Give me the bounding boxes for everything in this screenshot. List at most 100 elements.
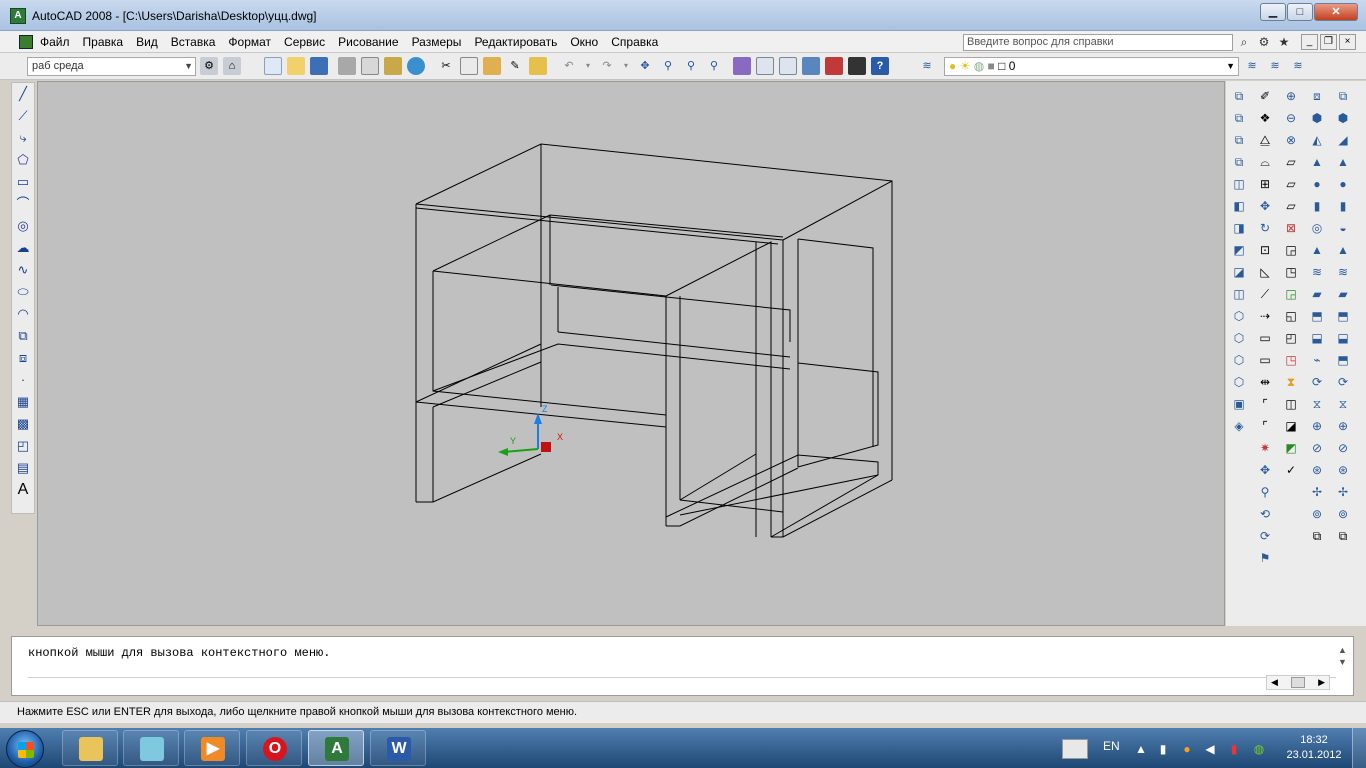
design-center-icon[interactable] (756, 57, 774, 75)
menu-help[interactable]: Справка (611, 35, 658, 49)
loft-icon[interactable]: ⧖ (1306, 393, 1328, 415)
environment-icon[interactable]: ▮ (1332, 195, 1354, 217)
menu-edit[interactable]: Правка (83, 35, 124, 49)
rotate-faces-icon[interactable]: ◲ (1280, 239, 1302, 261)
point-icon[interactable]: · (12, 369, 34, 391)
top-view-icon[interactable]: ◧ (1228, 195, 1250, 217)
layer-manager-icon[interactable]: ≋ (918, 57, 936, 75)
taskbar-pictures[interactable] (123, 730, 179, 766)
camera-icon[interactable]: ▣ (1228, 393, 1250, 415)
layer-lock-icon[interactable]: ◍ (974, 59, 984, 73)
workspace-select[interactable]: раб среда ▼ (27, 57, 196, 76)
calculator-icon[interactable] (848, 57, 866, 75)
help-icon[interactable]: ? (871, 57, 889, 75)
revision-cloud-icon[interactable]: ☁ (12, 237, 34, 259)
menu-file[interactable]: Файл (40, 35, 70, 49)
scroll-right-icon[interactable]: ▶ (1318, 677, 1325, 688)
menu-dimension[interactable]: Размеры (412, 35, 462, 49)
taskbar-media-player[interactable]: ▶ (184, 730, 240, 766)
3d-rotate-icon[interactable]: ⊚ (1306, 503, 1328, 525)
antivirus-icon[interactable]: ◍ (1251, 741, 1267, 757)
paste-icon[interactable] (483, 57, 501, 75)
rotate-icon[interactable]: ↻ (1254, 217, 1276, 239)
layer-previous-icon[interactable]: ≋ (1266, 57, 1284, 75)
doc-restore-button[interactable]: ❐ (1320, 34, 1337, 50)
scroll-down-icon[interactable]: ▼ (1338, 657, 1351, 667)
union-solid-icon[interactable]: ⊕ (1306, 415, 1328, 437)
ellipse-icon[interactable]: ⬭ (12, 281, 34, 303)
taskbar-explorer[interactable] (62, 730, 118, 766)
menu-modify[interactable]: Редактировать (474, 35, 557, 49)
search-icon[interactable]: ⌕ (1236, 34, 1252, 50)
tool-palettes-icon[interactable] (779, 57, 797, 75)
clock[interactable]: 18:32 23.01.2012 (1284, 733, 1344, 763)
offset-icon[interactable]: ⌓ (1254, 151, 1276, 173)
workspace-home-icon[interactable]: ⌂ (223, 57, 241, 75)
move-icon[interactable]: ✥ (1254, 195, 1276, 217)
explode-icon[interactable]: ✷ (1254, 437, 1276, 459)
match-properties-icon[interactable]: ✎ (506, 57, 524, 75)
left-view-icon[interactable]: ◩ (1228, 239, 1250, 261)
power-icon[interactable]: ● (1179, 741, 1195, 757)
taskbar-autocad[interactable]: A (308, 730, 364, 766)
extrude-faces-icon[interactable]: ▱ (1280, 151, 1302, 173)
plot-preview-icon[interactable] (361, 57, 379, 75)
communication-center-icon[interactable]: ⚙ (1256, 34, 1272, 50)
wireframe-icon[interactable]: ⟳ (1332, 371, 1354, 393)
workspace-settings-icon[interactable]: ⚙ (200, 57, 218, 75)
layer-select[interactable]: ● ☀ ◍ ■ □ 0 ▼ (944, 57, 1239, 76)
layer-on-icon[interactable]: ● (949, 59, 956, 73)
pen-input-icon[interactable] (1062, 739, 1088, 759)
wedge-icon[interactable]: ◭ (1306, 129, 1328, 151)
zoom-previous-icon[interactable]: ⚲ (705, 57, 723, 75)
bottom-view-icon[interactable]: ◨ (1228, 217, 1250, 239)
make-block-icon[interactable]: ⧈ (12, 347, 34, 369)
taper-faces-icon[interactable]: ◳ (1280, 261, 1302, 283)
swivel-icon[interactable]: ⟳ (1254, 525, 1276, 547)
ne-iso-icon[interactable]: ⬡ (1228, 349, 1250, 371)
break-icon[interactable]: ▭ (1254, 327, 1276, 349)
layer-walk-icon[interactable]: ⧉ (1228, 129, 1250, 151)
copy-faces-icon[interactable]: ◱ (1280, 305, 1302, 327)
publish-icon[interactable] (384, 57, 402, 75)
start-button[interactable] (6, 730, 44, 768)
sphere-icon[interactable]: ● (1306, 173, 1328, 195)
region-icon[interactable]: ◰ (12, 435, 34, 457)
zoom-window-icon[interactable]: ⚲ (682, 57, 700, 75)
menu-draw[interactable]: Рисование (338, 35, 398, 49)
network-icon[interactable]: ▮ (1226, 741, 1242, 757)
realistic-icon[interactable]: ⧖ (1332, 393, 1354, 415)
make-current-layer-icon[interactable]: ≋ (1243, 57, 1261, 75)
3d-align-icon[interactable]: ⧉ (1306, 525, 1328, 547)
sweep-icon[interactable]: ⌁ (1306, 349, 1328, 371)
command-line[interactable]: кнопкой мыши для вызова контекстного мен… (11, 636, 1354, 696)
separate-icon[interactable]: ◪ (1280, 415, 1302, 437)
ucs-world-icon[interactable]: ◈ (1228, 415, 1250, 437)
color-edges-icon[interactable]: ◰ (1280, 327, 1302, 349)
publish-web-icon[interactable] (407, 57, 425, 75)
drawing-canvas[interactable]: Z Y X (37, 81, 1225, 626)
face-style-icon[interactable]: ⊛ (1332, 459, 1354, 481)
polyline-icon[interactable]: ⤷ (12, 127, 34, 149)
offset-faces-icon[interactable]: ▱ (1280, 195, 1302, 217)
sun-icon[interactable]: ● (1332, 173, 1354, 195)
pan-3d-icon[interactable]: ✥ (1254, 459, 1276, 481)
mirror-icon[interactable]: ⧋ (1254, 129, 1276, 151)
command-hscroll[interactable]: ◀ ▶ (1266, 675, 1330, 690)
erase-icon[interactable]: ✐ (1254, 85, 1276, 107)
menu-format[interactable]: Формат (228, 35, 271, 49)
redo-dropdown-icon[interactable]: ▾ (621, 57, 631, 75)
hatch-icon[interactable]: ▦ (12, 391, 34, 413)
gradient-icon[interactable]: ▩ (12, 413, 34, 435)
intersect-icon[interactable]: ⊗ (1280, 129, 1302, 151)
cone-icon[interactable]: ▲ (1306, 151, 1328, 173)
hide-icon[interactable]: ⧉ (1332, 85, 1354, 107)
back-view-icon[interactable]: ◫ (1228, 283, 1250, 305)
helix-icon[interactable]: ≋ (1306, 261, 1328, 283)
menu-tools[interactable]: Сервис (284, 35, 325, 49)
revolve-icon[interactable]: ⟳ (1306, 371, 1328, 393)
join-icon[interactable]: ⇹ (1254, 371, 1276, 393)
cylinder-icon[interactable]: ▮ (1306, 195, 1328, 217)
undo-dropdown-icon[interactable]: ▾ (583, 57, 593, 75)
redo-icon[interactable]: ↷ (598, 57, 616, 75)
